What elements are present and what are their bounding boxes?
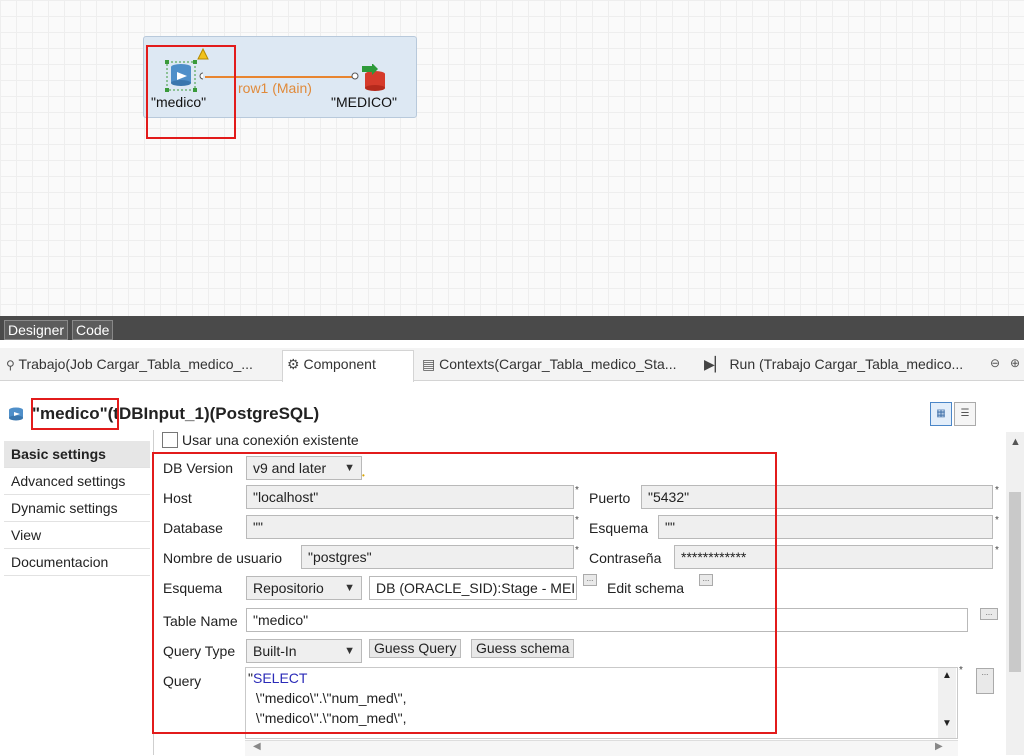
run-icon: ▶▏	[704, 356, 726, 372]
horizontal-scrollbar[interactable]: ◀ ▶	[245, 740, 958, 756]
component-type: (tDBInput_1)(PostgreSQL)	[107, 404, 320, 423]
query-required-marker: *	[959, 665, 963, 676]
layout-toggle-icon[interactable]: ▦	[930, 402, 952, 426]
scroll-right-icon[interactable]: ▶	[935, 741, 943, 752]
nav-dynamic-settings[interactable]: Dynamic settings	[4, 495, 150, 522]
maximize-icon[interactable]: ⊕	[1010, 356, 1020, 370]
nav-view[interactable]: View	[4, 522, 150, 549]
tab-component[interactable]: ⚙ Component	[287, 356, 376, 373]
tab-contexts-label: Contexts(Cargar_Tabla_medico_Sta...	[439, 356, 677, 372]
panel-scrollbar[interactable]: ▲	[1006, 432, 1024, 755]
designer-tab-bar	[0, 316, 1024, 340]
tab-contexts[interactable]: ▤ Contexts(Cargar_Tabla_medico_Sta...	[422, 356, 676, 373]
tab-component-label: Component	[303, 356, 376, 372]
esquema-required-marker: *	[995, 515, 999, 526]
output-component-label: "MEDICO"	[331, 94, 397, 110]
title-highlight-box	[31, 398, 119, 430]
table-name-browse-button[interactable]: ...	[980, 608, 998, 620]
tab-designer[interactable]: Designer	[4, 320, 69, 340]
scroll-down-icon[interactable]: ▼	[942, 718, 952, 729]
tab-run[interactable]: ▶▏ Run (Trabajo Cargar_Tabla_medico...	[704, 356, 963, 373]
contexts-icon: ▤	[422, 356, 436, 372]
link-label: row1 (Main)	[238, 80, 312, 96]
tab-code[interactable]: Code	[72, 320, 114, 340]
tab-run-label: Run (Trabajo Cargar_Tabla_medico...	[729, 356, 964, 372]
use-existing-connection-checkbox[interactable]	[162, 432, 178, 448]
scroll-left-icon[interactable]: ◀	[253, 741, 261, 752]
output-component[interactable]	[350, 64, 388, 94]
nav-advanced-settings[interactable]: Advanced settings	[4, 468, 150, 495]
input-highlight-box	[146, 45, 236, 139]
nav-documentacion[interactable]: Documentacion	[4, 549, 150, 576]
job-icon: ⚲	[6, 358, 15, 372]
panel-scroll-up-icon[interactable]: ▲	[1010, 436, 1021, 448]
port-required-marker: *	[995, 485, 999, 496]
tab-job-label: Trabajo(Job Cargar_Tabla_medico_...	[18, 356, 253, 372]
tab-job[interactable]: ⚲ Trabajo(Job Cargar_Tabla_medico_...	[6, 356, 253, 372]
query-scrollbar[interactable]: ▲ ▼	[938, 668, 956, 738]
query-expand-button[interactable]: ...	[976, 668, 994, 694]
nav-basic-settings[interactable]: Basic settings	[4, 441, 150, 468]
settings-highlight-box	[152, 452, 777, 734]
use-existing-connection-label: Usar una conexión existente	[182, 432, 359, 448]
title-db-icon	[8, 406, 26, 425]
component-icon: ⚙	[287, 356, 300, 372]
layout-split-icon[interactable]: ☰	[954, 402, 976, 426]
scroll-up-icon[interactable]: ▲	[942, 670, 952, 681]
panel-scroll-thumb[interactable]	[1009, 492, 1021, 672]
database-output-icon	[351, 64, 385, 91]
minimize-icon[interactable]: ⊖	[990, 356, 1000, 370]
password-required-marker: *	[995, 545, 999, 556]
